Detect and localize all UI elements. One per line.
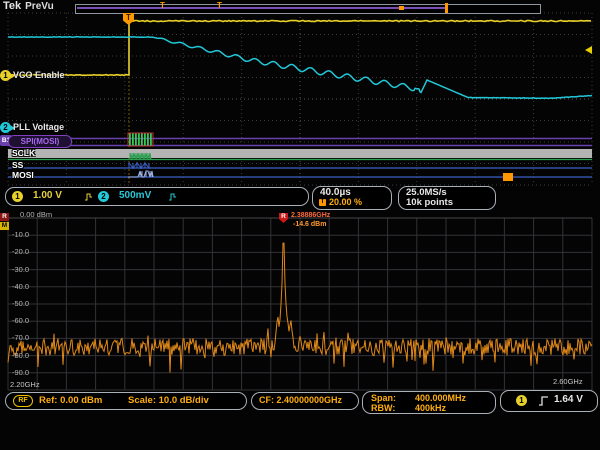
rising-edge-icon [538, 395, 549, 407]
acquisition-readout[interactable]: 25.0MS/s 10k points [398, 186, 496, 210]
y-axis-tick-label: -20.0 [12, 247, 29, 256]
y-axis-top-label: 0.00 dBm [20, 210, 52, 219]
trigger-level-arrow-icon[interactable] [585, 46, 592, 54]
ch2-label: PLL Voltage [13, 122, 64, 132]
marker-frequency-readout: 2.38886GHz [291, 212, 330, 219]
rf-scale: Scale: 10.0 dB/div [128, 395, 209, 406]
y-axis-tick-label: -70.0 [12, 333, 29, 342]
marker-amplitude-readout: -14.6 dBm [293, 221, 326, 228]
bus-burst-activity [129, 133, 131, 146]
record-view-bar[interactable] [75, 4, 541, 14]
selected-digital-channel-bar[interactable] [8, 149, 592, 158]
digital-label-ss: SS [12, 161, 23, 170]
brand-logo: Tek [3, 0, 21, 12]
ch1-coupling-icon [84, 192, 93, 201]
ref-level-badge: R [0, 213, 9, 221]
ch2-coupling-icon [168, 192, 177, 201]
mini-trigger-icon: T [319, 199, 326, 206]
digital-event-marker [503, 173, 513, 181]
x-axis-start-label: 2.20GHz [10, 380, 40, 389]
bus-burst-activity [135, 133, 137, 146]
rf-ref-level: Ref: 0.00 dBm [39, 395, 102, 406]
bus-burst-activity [138, 133, 140, 146]
y-axis-tick-label: -40.0 [12, 282, 29, 291]
rf-span-rbw-readout[interactable]: Span: 400.000MHz RBW: 400kHz [362, 391, 496, 414]
horizontal-readout[interactable]: 40.0µs T 20.00 % [312, 186, 392, 210]
acquisition-status: PreVu [25, 1, 54, 12]
marker-level-badge: M [0, 222, 9, 230]
trigger-position-value: 20.00 % [329, 197, 362, 207]
ch2-scale-value: 500mV [119, 190, 151, 201]
record-marker-icon [399, 6, 404, 10]
record-trigger-t-icon: T [160, 2, 165, 10]
y-axis-tick-label: -30.0 [12, 265, 29, 274]
record-expansion-t-icon: T [217, 2, 222, 10]
rf-badge-icon: RF [13, 395, 33, 407]
ch1-scale-value: 1.00 V [33, 190, 62, 201]
x-axis-end-label: 2.60GHz [553, 377, 583, 386]
record-length-value: 10k points [406, 197, 453, 208]
bus-label[interactable]: SPI(MOSI) [8, 135, 72, 148]
trigger-level-value: 1.64 V [554, 394, 583, 405]
rf-cf-value: CF: 2.40000000GHz [259, 395, 342, 405]
ch2-scale-badge: 2 [98, 191, 109, 202]
brand-area: Tek PreVu [3, 0, 54, 12]
y-axis-tick-label: -90.0 [12, 368, 29, 377]
y-axis-tick-label: -10.0 [12, 230, 29, 239]
trigger-readout[interactable]: 1 1.64 V [500, 390, 598, 412]
record-view-bus-trace [77, 7, 446, 9]
bus-burst-activity [150, 133, 152, 146]
ch2-reference-badge[interactable]: 2 [0, 122, 11, 133]
ch1-scale-badge: 1 [12, 191, 23, 202]
bus-burst-frame [128, 133, 153, 146]
rf-vertical-readout[interactable]: RF Ref: 0.00 dBm Scale: 10.0 dB/div [5, 392, 247, 410]
rf-rbw-value: 400kHz [415, 403, 446, 413]
rf-span-label: Span: [371, 393, 396, 403]
ch1-reference-badge[interactable]: 1 [0, 70, 11, 81]
trigger-source-badge: 1 [516, 395, 527, 406]
bus-burst-activity [144, 133, 146, 146]
y-axis-tick-label: -60.0 [12, 316, 29, 325]
y-axis-tick-label: -50.0 [12, 299, 29, 308]
bus-burst-activity [132, 133, 134, 146]
digital-burst [128, 171, 153, 177]
digital-label-sclk: SCLK [12, 149, 35, 158]
ch1-label: VCO Enable [13, 70, 65, 80]
digital-label-mosi: MOSI [12, 171, 34, 180]
rf-center-frequency-readout[interactable]: CF: 2.40000000GHz [251, 392, 359, 410]
rf-span-value: 400.000MHz [415, 393, 466, 403]
spectrum-time-bracket-icon [445, 3, 448, 13]
channel-scale-readout[interactable]: 1 1.00 V 2 500mV [5, 187, 309, 206]
oscilloscope-screen: TekPreVu T T T 1 2 B1 VCO Enable PLL Vol… [0, 0, 600, 450]
rf-rbw-label: RBW: [371, 403, 395, 413]
bus-burst-activity [147, 133, 149, 146]
ch1-trace [8, 20, 591, 75]
bus-burst-activity [141, 133, 143, 146]
y-axis-tick-label: -80.0 [12, 351, 29, 360]
